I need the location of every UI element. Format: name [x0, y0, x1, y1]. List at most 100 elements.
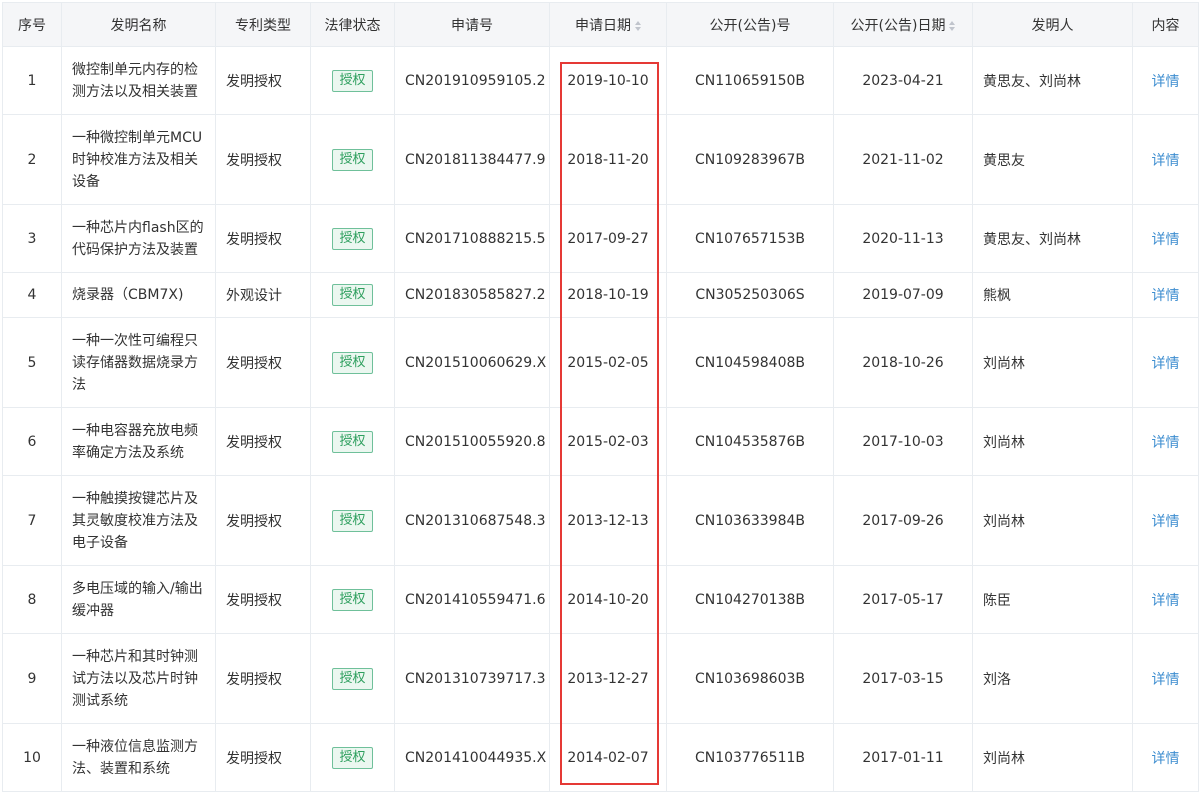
- publication-date-cell: 2019-07-09: [833, 272, 973, 318]
- table-row: 9 一种芯片和其时钟测试方法以及芯片时钟测试系统 发明授权 授权 CN201310739…: [2, 633, 1199, 724]
- application-number: CN201830585827.2: [405, 287, 546, 303]
- patent-type: 发明授权: [226, 355, 282, 372]
- sort-icon[interactable]: [635, 20, 641, 31]
- status-badge: 授权: [332, 667, 373, 690]
- detail-link-cell[interactable]: 详情: [1132, 723, 1199, 792]
- detail-link[interactable]: 详情: [1152, 435, 1180, 451]
- publication-date-cell: 2017-10-03: [833, 407, 973, 476]
- patent-type-cell: 发明授权: [215, 46, 311, 115]
- patent-title-cell: 一种芯片和其时钟测试方法以及芯片时钟测试系统: [61, 633, 216, 724]
- detail-link-cell[interactable]: 详情: [1132, 565, 1199, 634]
- detail-link-cell[interactable]: 详情: [1132, 272, 1199, 318]
- detail-link-cell[interactable]: 详情: [1132, 633, 1199, 724]
- header-status: 法律状态: [310, 2, 395, 47]
- publication-number: CN103698603B: [694, 670, 806, 687]
- header-app-date-label: 申请日期: [575, 17, 631, 34]
- publication-date: 2017-01-11: [862, 749, 944, 766]
- header-index-label: 序号: [18, 17, 46, 34]
- patent-table: 序号 发明名称 专利类型 法律状态 申请号 申请日期 公开(公告)号 公开(公告…: [2, 2, 1199, 792]
- application-date-cell: 2014-10-20: [549, 565, 667, 634]
- application-date: 2014-02-07: [567, 749, 649, 766]
- header-type: 专利类型: [215, 2, 311, 47]
- application-number-cell: CN201410559471.6: [394, 565, 550, 634]
- patent-title: 一种一次性可编程只读存储器数据烧录方法: [72, 332, 198, 393]
- publication-number-cell: CN107657153B: [666, 204, 834, 273]
- application-date-cell: 2019-10-10: [549, 46, 667, 115]
- detail-link-cell[interactable]: 详情: [1132, 46, 1199, 115]
- inventors: 刘尚林: [983, 513, 1025, 530]
- row-index-cell: 7: [2, 475, 62, 566]
- header-pub-no: 公开(公告)号: [666, 2, 834, 47]
- detail-link[interactable]: 详情: [1152, 356, 1180, 372]
- patent-type: 发明授权: [226, 671, 282, 688]
- detail-link[interactable]: 详情: [1152, 514, 1180, 530]
- legal-status-cell: 授权: [310, 317, 395, 408]
- publication-number: CN104270138B: [694, 591, 806, 608]
- header-pub-date[interactable]: 公开(公告)日期: [833, 2, 973, 47]
- patent-title-cell: 一种液位信息监测方法、装置和系统: [61, 723, 216, 792]
- legal-status-cell: 授权: [310, 114, 395, 205]
- detail-link-cell[interactable]: 详情: [1132, 407, 1199, 476]
- patent-type: 外观设计: [226, 288, 282, 304]
- table-row: 6 一种电容器充放电频率确定方法及系统 发明授权 授权 CN201510055920.8…: [2, 407, 1199, 476]
- detail-link-cell[interactable]: 详情: [1132, 114, 1199, 205]
- publication-number-cell: CN103698603B: [666, 633, 834, 724]
- publication-number: CN104535876B: [694, 433, 806, 450]
- publication-date: 2023-04-21: [862, 72, 944, 89]
- detail-link[interactable]: 详情: [1152, 288, 1180, 304]
- detail-link-cell[interactable]: 详情: [1132, 475, 1199, 566]
- publication-number: CN103633984B: [694, 512, 806, 529]
- publication-number-cell: CN109283967B: [666, 114, 834, 205]
- application-number: CN201310739717.3: [405, 670, 546, 687]
- publication-date-cell: 2018-10-26: [833, 317, 973, 408]
- application-number-cell: CN201410044935.X: [394, 723, 550, 792]
- table-header-row: 序号 发明名称 专利类型 法律状态 申请号 申请日期 公开(公告)号 公开(公告…: [2, 2, 1199, 47]
- publication-date-cell: 2017-05-17: [833, 565, 973, 634]
- detail-link[interactable]: 详情: [1152, 153, 1180, 169]
- patent-title: 一种电容器充放电频率确定方法及系统: [72, 422, 198, 461]
- legal-status-cell: 授权: [310, 475, 395, 566]
- publication-number: CN103776511B: [694, 749, 806, 766]
- detail-link-cell[interactable]: 详情: [1132, 317, 1199, 408]
- header-content-label: 内容: [1151, 17, 1180, 34]
- patent-title-cell: 多电压域的输入/输出缓冲器: [61, 565, 216, 634]
- application-date-cell: 2018-11-20: [549, 114, 667, 205]
- detail-link-cell[interactable]: 详情: [1132, 204, 1199, 273]
- inventors-cell: 刘洛: [972, 633, 1133, 724]
- inventors-cell: 黄思友: [972, 114, 1133, 205]
- patent-type: 发明授权: [226, 231, 282, 248]
- legal-status-cell: 授权: [310, 407, 395, 476]
- inventors-cell: 黄思友、刘尚林: [972, 46, 1133, 115]
- detail-link[interactable]: 详情: [1152, 593, 1180, 609]
- header-inventors: 发明人: [972, 2, 1133, 47]
- row-index-cell: 5: [2, 317, 62, 408]
- application-number: CN201410559471.6: [405, 591, 546, 608]
- header-pub-no-label: 公开(公告)号: [709, 17, 791, 34]
- application-date-cell: 2018-10-19: [549, 272, 667, 318]
- header-app-date[interactable]: 申请日期: [549, 2, 667, 47]
- header-pub-date-label: 公开(公告)日期: [850, 17, 946, 34]
- patent-title: 一种芯片内flash区的代码保护方法及装置: [72, 219, 204, 258]
- inventors: 熊枫: [983, 288, 1011, 304]
- publication-date: 2017-10-03: [862, 433, 944, 450]
- row-index: 2: [27, 151, 37, 168]
- application-number-cell: CN201310739717.3: [394, 633, 550, 724]
- publication-number: CN110659150B: [694, 72, 806, 89]
- row-index-cell: 6: [2, 407, 62, 476]
- legal-status-cell: 授权: [310, 633, 395, 724]
- table-body: 1 微控制单元内存的检测方法以及相关装置 发明授权 授权 CN201910959105.…: [2, 46, 1199, 792]
- table-row: 1 微控制单元内存的检测方法以及相关装置 发明授权 授权 CN201910959105.…: [2, 46, 1199, 115]
- application-date: 2013-12-27: [567, 670, 649, 687]
- patent-type: 发明授权: [226, 592, 282, 609]
- detail-link[interactable]: 详情: [1152, 74, 1180, 90]
- detail-link[interactable]: 详情: [1152, 751, 1180, 767]
- header-title-label: 发明名称: [110, 17, 167, 34]
- detail-link[interactable]: 详情: [1152, 672, 1180, 688]
- detail-link[interactable]: 详情: [1152, 232, 1180, 248]
- row-index: 1: [27, 72, 37, 89]
- patent-type: 发明授权: [226, 73, 282, 90]
- row-index-cell: 1: [2, 46, 62, 115]
- application-number-cell: CN201910959105.2: [394, 46, 550, 115]
- application-number-cell: CN201830585827.2: [394, 272, 550, 318]
- sort-icon[interactable]: [949, 20, 956, 31]
